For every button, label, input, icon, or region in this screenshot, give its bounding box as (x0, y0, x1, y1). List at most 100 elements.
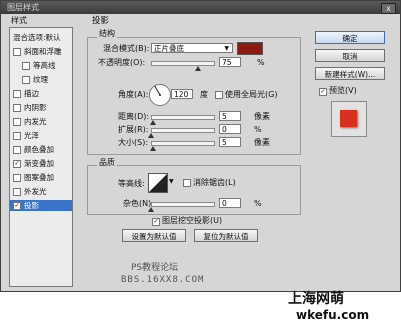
style-item[interactable]: 颜色叠加 (10, 144, 72, 155)
style-item-checkbox[interactable] (13, 146, 21, 154)
style-item-label: 投影 (24, 201, 39, 210)
style-item[interactable]: 外发光 (10, 186, 72, 197)
opacity-slider[interactable] (151, 61, 215, 66)
style-item-label: 描边 (24, 89, 39, 98)
style-item[interactable]: 描边 (10, 88, 72, 99)
set-default-button[interactable]: 设置为默认值 (122, 229, 186, 242)
style-item-label: 内阴影 (24, 103, 47, 112)
style-item[interactable]: 光泽 (10, 130, 72, 141)
preview-label: 预览(V) (329, 86, 357, 95)
noise-input[interactable]: 0 (219, 198, 241, 208)
spread-slider[interactable] (151, 128, 215, 133)
size-input[interactable]: 5 (219, 137, 241, 147)
title-bar[interactable]: 图层样式 x (1, 1, 400, 14)
style-item-label: 外发光 (24, 187, 47, 196)
distance-unit: 像素 (254, 112, 270, 121)
style-item-label: 光泽 (24, 131, 39, 140)
style-item[interactable]: 内发光 (10, 116, 72, 127)
style-item-checkbox[interactable] (13, 132, 21, 140)
style-item-checkbox[interactable]: ✓ (13, 202, 21, 210)
blend-mode-value: 正片叠底 (154, 44, 184, 53)
style-item-label: 等高线 (33, 61, 56, 70)
angle-unit: 度 (200, 90, 208, 99)
style-item[interactable]: 混合选项:默认 (10, 32, 72, 43)
quality-group-title: 品质 (97, 158, 117, 168)
style-item-label: 斜面和浮雕 (24, 47, 62, 56)
structure-group-title: 结构 (97, 29, 117, 39)
preview-swatch (340, 110, 357, 127)
style-item[interactable]: 等高线 (10, 60, 72, 71)
size-label: 大小(S): (118, 138, 149, 147)
site-name-watermark: 上海网萌 (288, 291, 344, 307)
style-item-checkbox[interactable] (13, 188, 21, 196)
anti-aliased-checkbox[interactable] (183, 179, 191, 187)
styles-header: 样式 (11, 16, 27, 25)
site-url-watermark: wkefu.com (296, 308, 370, 322)
size-slider[interactable] (151, 141, 215, 146)
spread-unit: % (254, 125, 262, 134)
angle-dial[interactable] (148, 83, 172, 107)
style-item[interactable]: 图案叠加 (10, 172, 72, 183)
opacity-unit: % (257, 58, 265, 67)
style-item-label: 颜色叠加 (24, 145, 54, 154)
spread-input[interactable]: 0 (219, 124, 241, 134)
style-item-checkbox[interactable] (13, 48, 21, 56)
anti-aliased-label: 消除锯齿(L) (193, 178, 236, 187)
preview-checkbox[interactable]: ✓ (319, 88, 327, 96)
style-item-checkbox[interactable]: ✓ (13, 160, 21, 168)
style-item-checkbox[interactable] (22, 62, 30, 70)
knockout-label: 图层挖空投影(U) (162, 216, 223, 225)
style-item-checkbox[interactable] (13, 90, 21, 98)
noise-unit: % (254, 199, 262, 208)
cancel-button[interactable]: 取消 (315, 49, 385, 62)
angle-input[interactable]: 120 (171, 89, 193, 99)
size-unit: 像素 (254, 138, 270, 147)
reset-default-button[interactable]: 复位为默认值 (194, 229, 258, 242)
opacity-label: 不透明度(O): (98, 58, 146, 67)
preview-thumbnail (331, 101, 367, 137)
angle-label: 角度(A): (118, 90, 149, 99)
style-item-checkbox[interactable] (13, 104, 21, 112)
style-item[interactable]: ✓ 投影 (10, 200, 72, 211)
shadow-color-swatch[interactable] (237, 42, 263, 55)
style-item[interactable]: 斜面和浮雕 (10, 46, 72, 57)
spread-slider-handle[interactable] (148, 133, 154, 138)
knockout-checkbox[interactable]: ✓ (152, 218, 160, 226)
style-item[interactable]: ✓ 渐变叠加 (10, 158, 72, 169)
spread-label: 扩展(R): (118, 125, 149, 134)
blend-mode-label: 混合模式(B): (103, 44, 150, 53)
style-item[interactable]: 内阴影 (10, 102, 72, 113)
style-item-label: 图案叠加 (24, 173, 54, 182)
section-title: 投影 (92, 16, 110, 26)
size-slider-handle[interactable] (149, 146, 156, 151)
chevron-down-icon: ▼ (224, 45, 229, 52)
forum-url-watermark: BBS.16XX8.COM (121, 275, 205, 285)
contour-picker[interactable] (148, 173, 168, 193)
close-button[interactable]: x (381, 3, 396, 14)
style-item-label: 内发光 (24, 117, 47, 126)
opacity-input[interactable]: 75 (219, 57, 241, 67)
distance-slider-handle[interactable] (149, 120, 156, 125)
style-item[interactable]: 纹理 (10, 74, 72, 85)
ok-button[interactable]: 确定 (315, 31, 385, 44)
distance-slider[interactable] (151, 115, 215, 120)
noise-slider-handle[interactable] (148, 207, 154, 212)
distance-input[interactable]: 5 (219, 111, 241, 121)
style-item-label: 渐变叠加 (24, 159, 54, 168)
quality-group (87, 165, 301, 215)
style-item-label: 混合选项:默认 (13, 33, 61, 42)
chevron-down-icon[interactable]: ▼ (169, 178, 174, 185)
use-global-light-checkbox[interactable] (215, 91, 223, 99)
blend-mode-select[interactable]: 正片叠底 ▼ (151, 43, 233, 53)
new-style-button[interactable]: 新建样式(W)... (315, 67, 385, 80)
style-item-checkbox[interactable] (22, 76, 30, 84)
style-item-label: 纹理 (33, 75, 48, 84)
opacity-slider-handle[interactable] (194, 66, 201, 71)
window-title: 图层样式 (7, 3, 39, 12)
style-item-checkbox[interactable] (13, 174, 21, 182)
use-global-light-label: 使用全局光(G) (225, 90, 278, 99)
layer-style-dialog: 图层样式 x 样式 混合选项:默认斜面和浮雕等高线纹理描边内阴影内发光光泽颜色叠… (0, 0, 401, 292)
style-item-checkbox[interactable] (13, 118, 21, 126)
noise-slider[interactable] (151, 202, 215, 207)
distance-label: 距离(D): (118, 112, 150, 121)
